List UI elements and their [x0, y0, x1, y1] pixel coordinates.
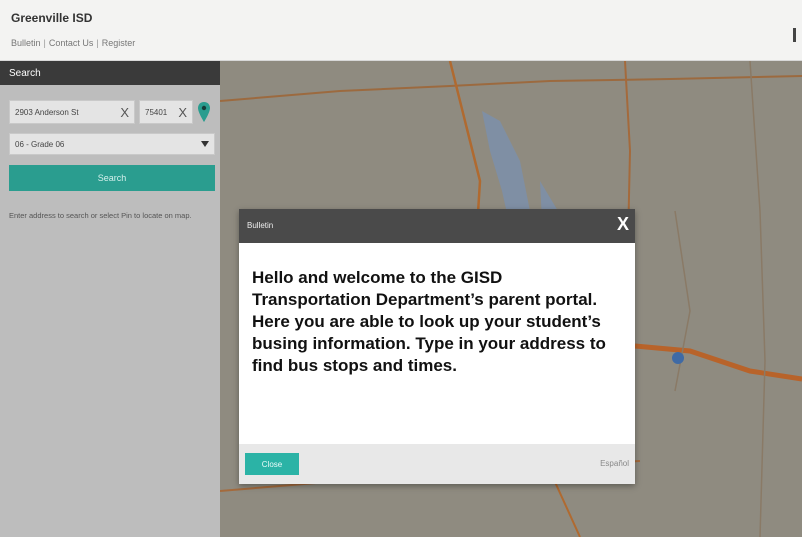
link-bulletin[interactable]: Bulletin [11, 38, 41, 48]
map-pin-icon [198, 102, 210, 122]
espanol-link[interactable]: Español [600, 459, 629, 468]
map-pin-button[interactable] [197, 101, 211, 123]
link-separator: | [43, 38, 46, 48]
app-title: Greenville ISD [11, 11, 93, 25]
app-root: Greenville ISD Bulletin | Contact Us | Regis… [0, 0, 802, 537]
link-contact-us[interactable]: Contact Us [49, 38, 94, 48]
menu-icon[interactable] [793, 28, 796, 42]
search-header: Search [0, 61, 220, 85]
zip-input[interactable]: 75401 X [139, 100, 193, 124]
address-value: 2903 Anderson St [15, 107, 79, 117]
search-hint: Enter address to search or select Pin to… [9, 211, 192, 220]
address-input[interactable]: 2903 Anderson St X [9, 100, 135, 124]
sidebar-panel: Search 2903 Anderson St X 75401 X 06 - G… [0, 61, 220, 537]
clear-address-icon[interactable]: X [120, 105, 129, 120]
modal-header: Bulletin X [239, 209, 635, 243]
close-icon[interactable]: X [617, 214, 629, 235]
chevron-down-icon [201, 141, 209, 147]
modal-title: Bulletin [247, 221, 274, 230]
highway-shield-icon [672, 352, 684, 364]
top-links: Bulletin | Contact Us | Register [11, 38, 135, 48]
modal-footer: Close Español [239, 444, 635, 484]
bulletin-modal: Bulletin X Hello and welcome to the GISD… [239, 209, 635, 484]
link-register[interactable]: Register [102, 38, 136, 48]
zip-value: 75401 [145, 107, 168, 117]
link-separator: | [96, 38, 99, 48]
close-button[interactable]: Close [245, 453, 299, 475]
clear-zip-icon[interactable]: X [178, 105, 187, 120]
welcome-message: Hello and welcome to the GISD Transporta… [252, 268, 606, 375]
top-header: Greenville ISD Bulletin | Contact Us | Regis… [0, 0, 802, 61]
search-button[interactable]: Search [9, 165, 215, 191]
grade-value: 06 - Grade 06 [15, 139, 65, 149]
search-row: 2903 Anderson St X 75401 X [9, 99, 211, 125]
grade-select[interactable]: 06 - Grade 06 [9, 133, 215, 155]
